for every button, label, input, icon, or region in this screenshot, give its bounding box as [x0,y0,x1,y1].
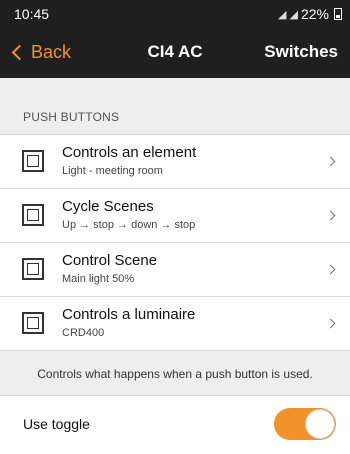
chevron-right-icon [325,318,336,329]
list-item-controls-luminaire[interactable]: Controls a luminaire CRD400 [0,297,350,351]
list-item-controls-element[interactable]: Controls an element Light - meeting room [0,135,350,189]
toggle-label: Use toggle [23,416,90,432]
item-title: Controls an element [62,144,197,161]
item-title: Controls a luminaire [62,306,196,323]
section-label: PUSH BUTTONS [23,110,120,124]
nav-bar: Back CI4 AC Switches [0,26,350,78]
battery-percent: 22% [300,6,329,22]
chevron-right-icon [325,210,336,221]
push-button-icon [22,258,44,280]
item-subtitle: Up → stop → down → stop [62,219,196,231]
push-button-icon [22,150,44,172]
description-text: Controls what happens when a push button… [0,353,350,395]
list-item-control-scene[interactable]: Control Scene Main light 50% [0,243,350,297]
switches-button[interactable]: Switches [264,26,338,78]
use-toggle-switch[interactable] [274,408,336,440]
item-title: Control Scene [62,252,158,269]
push-button-list: Controls an element Light - meeting room… [0,134,350,351]
item-title: Cycle Scenes [62,198,154,215]
status-indicators: ◢ ◢ 22% [278,6,342,22]
toggle-knob [305,409,335,439]
push-button-icon [22,312,44,334]
chevron-right-icon [325,264,336,275]
item-subtitle: CRD400 [62,327,105,339]
battery-icon [334,8,342,20]
item-subtitle: Light - meeting room [62,165,163,177]
item-subtitle: Main light 50% [62,273,135,285]
back-label: Back [31,41,72,62]
toggle-row: Use toggle [0,395,350,454]
status-time: 10:45 [14,6,50,22]
back-button[interactable]: Back [10,26,71,78]
chevron-right-icon [325,156,336,167]
push-button-icon [22,204,44,226]
list-item-cycle-scenes[interactable]: Cycle Scenes Up → stop → down → stop [0,189,350,243]
section-header: PUSH BUTTONS [0,78,350,134]
chevron-left-icon [11,44,28,60]
signal-icon: ◢ ◢ [277,8,298,21]
content: PUSH BUTTONS Controls an element Light -… [0,78,350,454]
status-bar: 10:45 ◢ ◢ 22% [0,0,350,26]
